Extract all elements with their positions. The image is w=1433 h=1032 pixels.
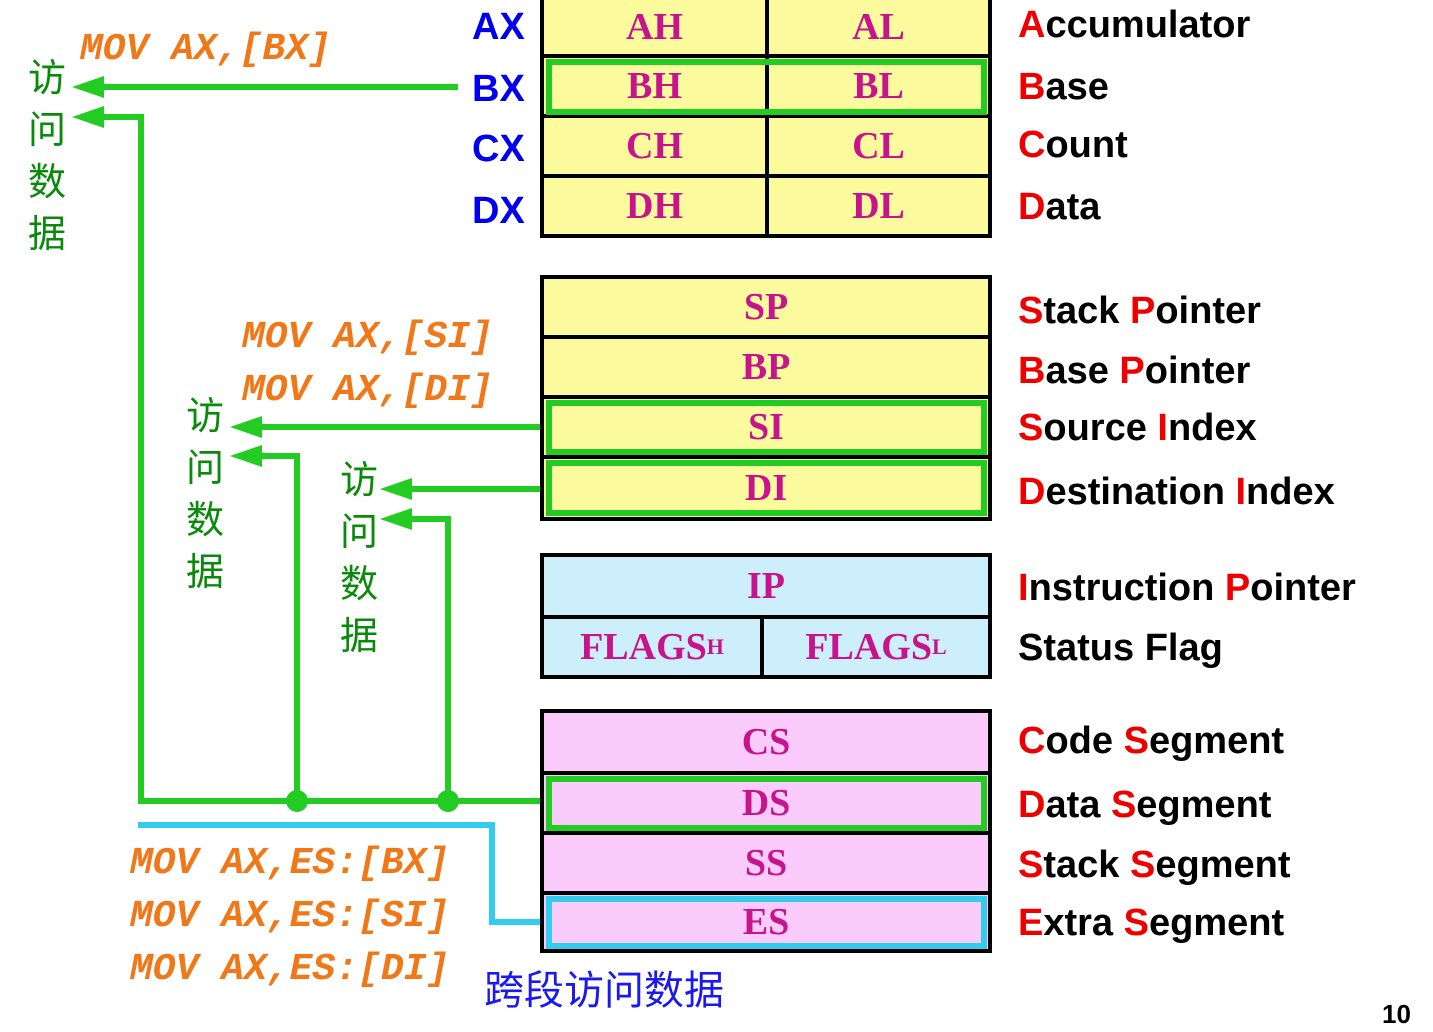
description-source-index: Source Index — [1018, 407, 1257, 449]
code-mov-es-di: MOV AX,ES:[DI] — [130, 948, 450, 991]
code-mov-es-bx: MOV AX,ES:[BX] — [130, 842, 450, 885]
arrowhead-icon — [72, 76, 104, 98]
access-data-label-3: 访问数据 — [339, 458, 378, 658]
description-stack-pointer: Stack Pointer — [1018, 290, 1261, 332]
description-base: Base — [1018, 66, 1109, 108]
ds-to-access-2-line — [258, 453, 300, 801]
arrowhead-icon — [72, 106, 104, 128]
description-code-segment: Code Segment — [1018, 720, 1285, 762]
register-flags-low: FLAGS L — [760, 615, 992, 679]
junction-dot — [286, 790, 308, 812]
access-data-label-2: 访问数据 — [185, 394, 224, 594]
code-mov-di: MOV AX,[DI] — [242, 369, 493, 412]
register-bp: BP — [540, 335, 992, 399]
register-cl: CL — [765, 114, 992, 178]
ds-to-access-3-line — [410, 516, 451, 801]
register-ah: AH — [540, 0, 769, 58]
register-name-bx: BX — [472, 68, 525, 110]
junction-dot — [437, 790, 459, 812]
arrowhead-icon — [230, 416, 262, 438]
page-number: 10 — [1382, 999, 1411, 1029]
register-ip: IP — [540, 553, 992, 619]
description-count: Count — [1018, 124, 1128, 166]
description-data: Data — [1018, 186, 1101, 228]
description-destination-index: Destination Index — [1018, 471, 1335, 513]
code-mov-si: MOV AX,[SI] — [242, 316, 493, 359]
register-cs: CS — [540, 709, 992, 775]
description-extra-segment: Extra Segment — [1018, 902, 1285, 944]
register-bh: BH — [540, 54, 769, 118]
register-di: DI — [540, 455, 992, 521]
description-accumulator: Accumulator — [1018, 4, 1251, 46]
register-name-dx: DX — [472, 190, 525, 232]
register-ss: SS — [540, 831, 992, 895]
access-data-label-1: 访问数据 — [27, 56, 66, 256]
register-sp: SP — [540, 275, 992, 339]
register-ch: CH — [540, 114, 769, 178]
code-mov-bx: MOV AX,[BX] — [80, 28, 331, 71]
description-status-flag: Status Flag — [1018, 627, 1223, 669]
description-base-pointer: Base Pointer — [1018, 350, 1251, 392]
register-name-ax: AX — [472, 6, 525, 48]
register-si: SI — [540, 395, 992, 459]
description-instruction-pointer: Instruction Pointer — [1018, 567, 1356, 609]
register-name-cx: CX — [472, 128, 525, 170]
arrowhead-icon — [230, 445, 262, 467]
arrowhead-icon — [380, 508, 412, 530]
register-dl: DL — [765, 174, 992, 238]
cross-segment-label: 跨段访问数据 — [484, 968, 724, 1014]
arrowhead-icon — [380, 478, 412, 500]
description-data-segment: Data Segment — [1018, 784, 1272, 826]
code-mov-es-si: MOV AX,ES:[SI] — [130, 895, 450, 938]
register-ds: DS — [540, 771, 992, 835]
description-stack-segment: Stack Segment — [1018, 844, 1291, 886]
register-al: AL — [765, 0, 992, 58]
register-es: ES — [540, 891, 992, 953]
register-dh: DH — [540, 174, 769, 238]
register-flags-high: FLAGS H — [540, 615, 764, 679]
register-bl: BL — [765, 54, 992, 118]
